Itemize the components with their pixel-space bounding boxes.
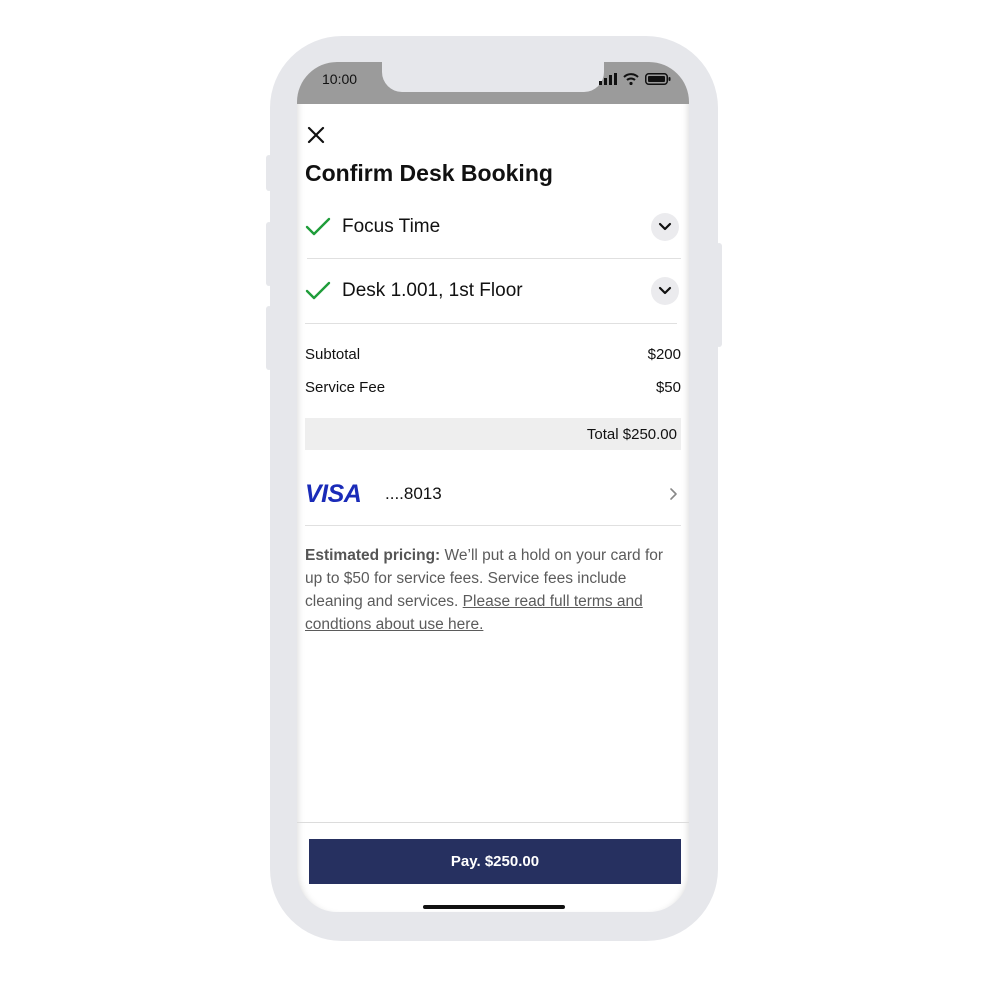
- phone-side-button: [266, 155, 272, 191]
- check-icon: [305, 281, 331, 300]
- payment-method-row[interactable]: VISA ....8013: [305, 474, 681, 514]
- phone-volume-down: [266, 306, 272, 370]
- divider: [307, 258, 681, 259]
- signal-icon: [599, 73, 617, 85]
- chevron-down-icon[interactable]: [651, 277, 679, 305]
- total-value: Total $250.00: [586, 425, 677, 443]
- terms-lead: Estimated pricing:: [305, 547, 441, 564]
- card-number: ....8013: [385, 484, 442, 503]
- wifi-icon: [623, 73, 639, 85]
- phone-power-button: [716, 243, 722, 347]
- status-time: 10:00: [322, 71, 358, 87]
- status-bar: 10:00: [297, 62, 689, 104]
- selection-desk[interactable]: Desk 1.001, 1st Floor: [305, 267, 681, 315]
- phone-screen: 10:00 Confirm Desk Booking Focus Time De…: [297, 62, 689, 912]
- pay-button[interactable]: Pay. $250.00: [309, 839, 681, 884]
- service-fee-label: Service Fee: [305, 379, 386, 396]
- subtotal-label: Subtotal: [305, 346, 361, 363]
- service-fee-row: Service Fee $50: [305, 379, 681, 396]
- pricing-terms: Estimated pricing: We’ll put a hold on y…: [305, 544, 681, 636]
- status-icons: [599, 72, 671, 86]
- check-icon: [305, 217, 331, 236]
- selection-label: Desk 1.001, 1st Floor: [342, 280, 523, 301]
- divider: [305, 323, 677, 324]
- chevron-right-icon: [670, 488, 677, 500]
- close-icon[interactable]: [305, 124, 327, 146]
- total-bar: Total $250.00: [305, 418, 681, 450]
- subtotal-value: $200: [647, 346, 681, 363]
- visa-logo: VISA: [305, 479, 362, 508]
- subtotal-row: Subtotal $200: [305, 346, 681, 363]
- battery-icon: [645, 73, 671, 85]
- divider: [305, 525, 681, 526]
- notch: [382, 62, 604, 92]
- home-indicator: [423, 905, 565, 909]
- page-title: Confirm Desk Booking: [305, 160, 553, 186]
- footer-divider: [297, 822, 689, 823]
- service-fee-value: $50: [655, 379, 681, 396]
- phone-volume-up: [266, 222, 272, 286]
- selection-label: Focus Time: [342, 216, 441, 237]
- chevron-down-icon[interactable]: [651, 213, 679, 241]
- selection-focus-time[interactable]: Focus Time: [305, 203, 681, 251]
